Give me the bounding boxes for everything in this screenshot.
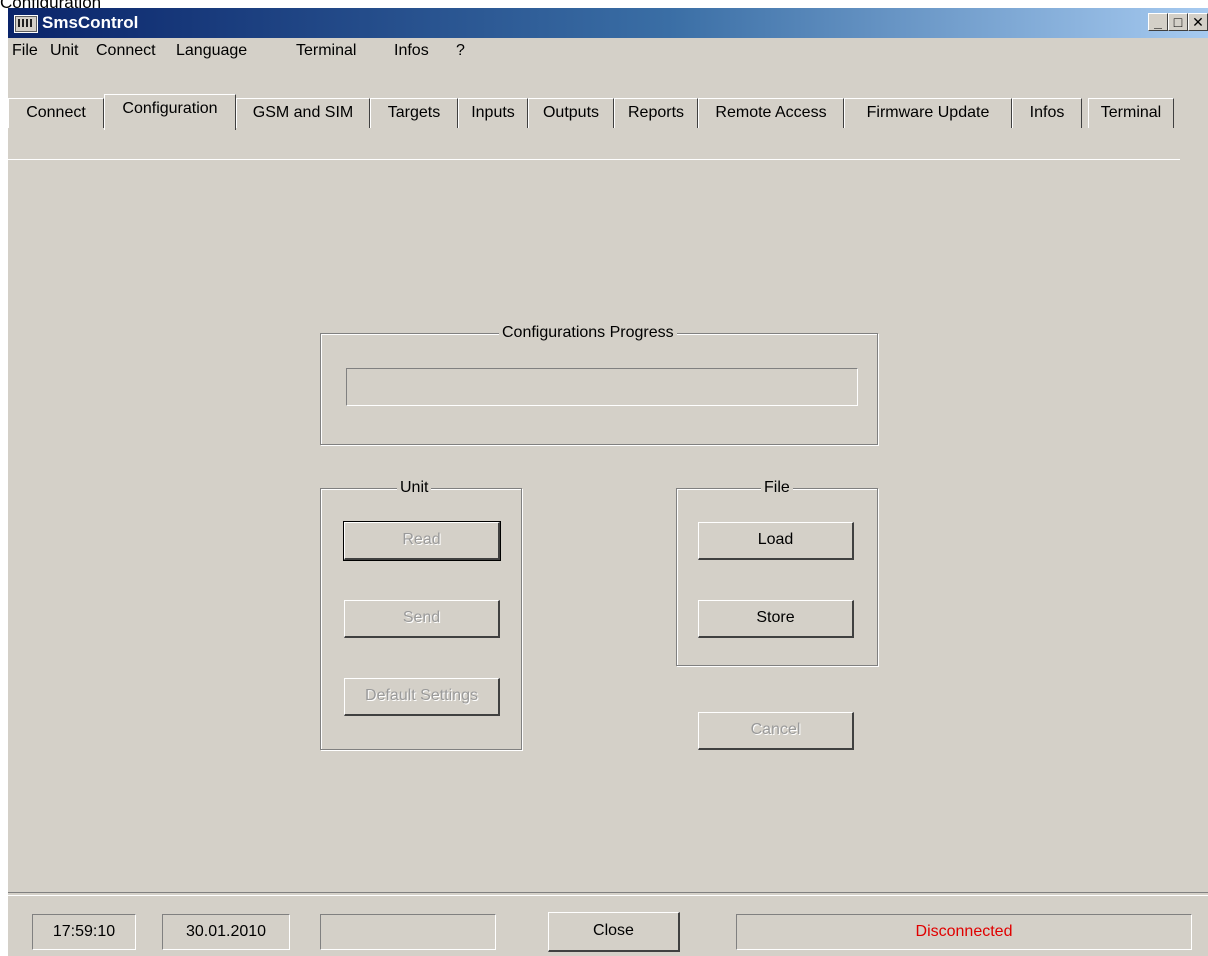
window-title: SmsControl — [42, 13, 139, 32]
tab-baseline — [8, 159, 1180, 160]
menu-unit[interactable]: Unit — [50, 42, 78, 60]
tab-infos[interactable]: Infos — [1012, 98, 1082, 128]
unit-group-label: Unit — [397, 478, 432, 498]
tab-remote-access[interactable]: Remote Access — [698, 98, 844, 128]
read-button[interactable]: Read — [343, 521, 501, 561]
window-caption: Configuration — [0, 0, 101, 8]
file-group-label: File — [761, 478, 793, 498]
tab-gsm-and-sim[interactable]: GSM and SIM — [236, 98, 370, 128]
app-icon — [14, 15, 38, 33]
file-group: File — [676, 478, 878, 666]
tab-firmware-update[interactable]: Firmware Update — [844, 98, 1012, 128]
tab-terminal[interactable]: Terminal — [1088, 98, 1174, 128]
app-window: SmsControl _ □ ✕ File Unit Connect Langu… — [8, 8, 1208, 956]
menu-language[interactable]: Language — [176, 42, 247, 60]
tab-outputs[interactable]: Outputs — [528, 98, 614, 128]
default-settings-button[interactable]: Default Settings — [344, 678, 500, 716]
status-separator — [8, 892, 1208, 896]
send-button[interactable]: Send — [344, 600, 500, 638]
configuration-progress-bar — [346, 368, 858, 406]
status-info — [320, 914, 496, 950]
tab-targets[interactable]: Targets — [370, 98, 458, 128]
tab-reports[interactable]: Reports — [614, 98, 698, 128]
status-time: 17:59:10 — [32, 914, 136, 950]
load-button[interactable]: Load — [698, 522, 854, 560]
maximize-button[interactable]: □ — [1168, 13, 1188, 31]
connection-status: Disconnected — [736, 914, 1192, 950]
menu-connect[interactable]: Connect — [96, 42, 156, 60]
tab-inputs[interactable]: Inputs — [458, 98, 528, 128]
menu-terminal[interactable]: Terminal — [296, 42, 356, 60]
menu-file[interactable]: File — [12, 42, 38, 60]
menu-help[interactable]: ? — [456, 42, 465, 60]
title-bar[interactable]: SmsControl _ □ ✕ — [8, 8, 1208, 38]
status-date: 30.01.2010 — [162, 914, 290, 950]
tab-configuration[interactable]: Configuration — [104, 94, 236, 130]
tab-strip: Connect Configuration GSM and SIM Target… — [8, 66, 1208, 160]
menu-infos[interactable]: Infos — [394, 42, 429, 60]
cancel-button[interactable]: Cancel — [698, 712, 854, 750]
minimize-button[interactable]: _ — [1148, 13, 1168, 31]
close-window-button[interactable]: ✕ — [1188, 13, 1208, 31]
tab-connect[interactable]: Connect — [8, 98, 104, 128]
menu-bar: File Unit Connect Language Terminal Info… — [8, 38, 1208, 64]
store-button[interactable]: Store — [698, 600, 854, 638]
progress-group-label: Configurations Progress — [499, 323, 677, 343]
close-button[interactable]: Close — [548, 912, 680, 952]
